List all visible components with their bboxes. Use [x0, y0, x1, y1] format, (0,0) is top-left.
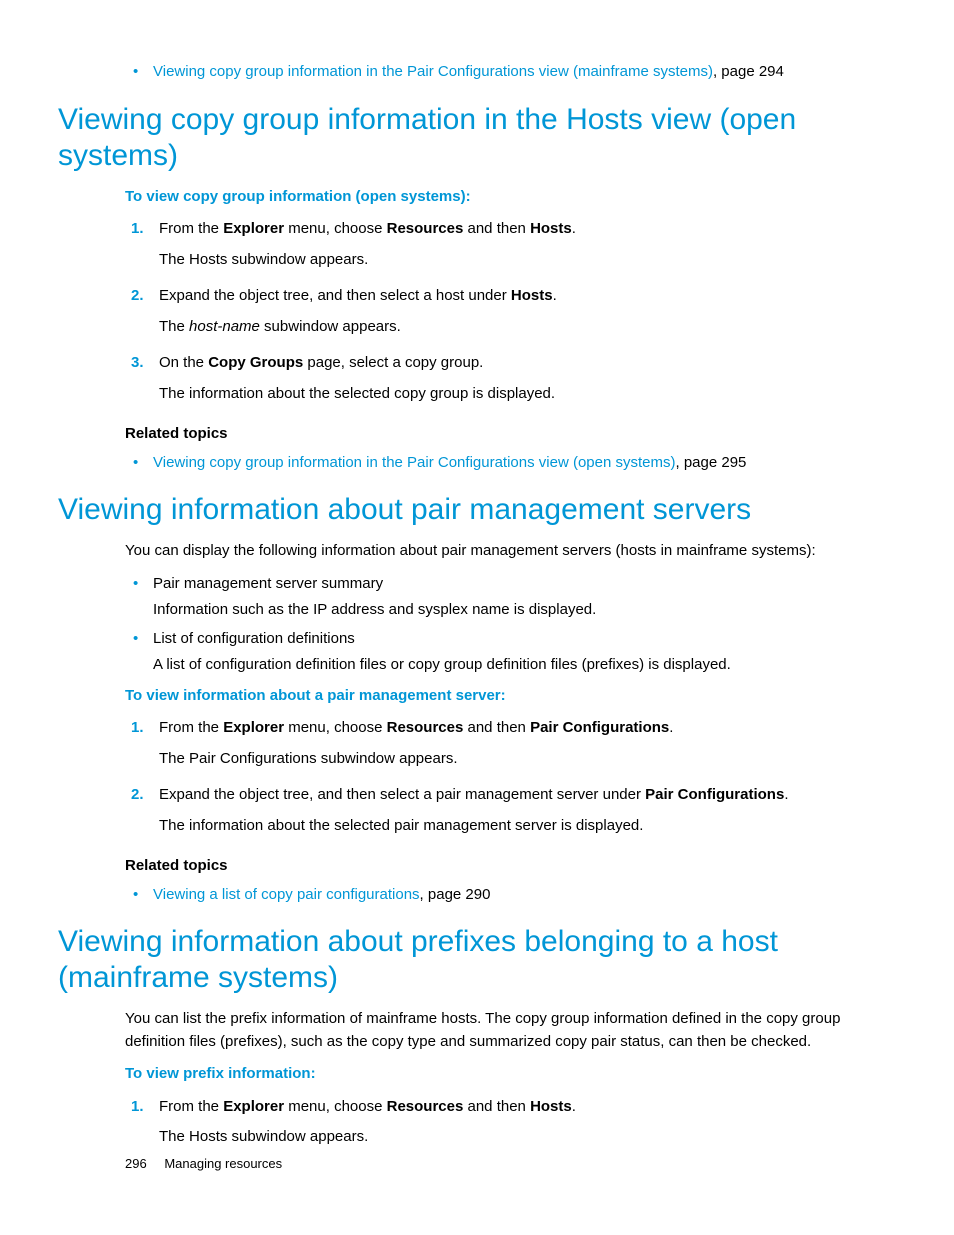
- step-item: Expand the object tree, and then select …: [125, 285, 896, 338]
- bullet-desc: Information such as the IP address and s…: [153, 599, 896, 622]
- italic-term: host-name: [189, 318, 260, 335]
- body-paragraph: You can display the following informatio…: [125, 540, 896, 563]
- page-number: 296: [125, 1154, 147, 1174]
- step-item: Expand the object tree, and then select …: [125, 784, 896, 837]
- section-heading: Viewing information about pair managemen…: [58, 492, 896, 528]
- list-item: Viewing copy group information in the Pa…: [125, 61, 896, 84]
- related-topics-heading: Related topics: [125, 855, 896, 878]
- step-text: From the: [159, 220, 223, 237]
- procedure-heading: To view prefix information:: [125, 1063, 896, 1086]
- list-item: Viewing a list of copy pair configuratio…: [125, 884, 896, 907]
- step-result: The Hosts subwindow appears.: [159, 249, 896, 272]
- step-result: The Pair Configurations subwindow appear…: [159, 748, 896, 771]
- section-heading: Viewing information about prefixes belon…: [58, 924, 896, 996]
- step-item: From the Explorer menu, choose Resources…: [125, 218, 896, 271]
- related-topics-list: Viewing copy group information in the Pa…: [125, 452, 896, 475]
- list-item: Pair management server summary Informati…: [125, 573, 896, 622]
- step-item: From the Explorer menu, choose Resources…: [125, 717, 896, 770]
- step-text: Expand the object tree, and then select …: [159, 786, 645, 803]
- page-ref: , page 290: [420, 886, 491, 903]
- body-paragraph: You can list the prefix information of m…: [125, 1008, 896, 1053]
- bullet-title: List of configuration definitions: [153, 630, 355, 647]
- step-text: From the: [159, 719, 223, 736]
- document-page: Viewing copy group information in the Pa…: [0, 0, 954, 1235]
- cross-ref-link[interactable]: Viewing copy group information in the Pa…: [153, 454, 675, 471]
- cross-ref-link[interactable]: Viewing a list of copy pair configuratio…: [153, 886, 420, 903]
- page-ref: , page 295: [675, 454, 746, 471]
- step-result: The information about the selected pair …: [159, 815, 896, 838]
- ui-term: Explorer: [223, 719, 284, 736]
- ui-term: Hosts: [530, 1098, 572, 1115]
- section-heading: Viewing copy group information in the Ho…: [58, 102, 896, 174]
- step-result: The Hosts subwindow appears.: [159, 1126, 896, 1149]
- ui-term: Explorer: [223, 1098, 284, 1115]
- ui-term: Resources: [387, 220, 464, 237]
- ui-term: Hosts: [530, 220, 572, 237]
- procedure-steps: From the Explorer menu, choose Resources…: [125, 218, 896, 405]
- ui-term: Explorer: [223, 220, 284, 237]
- bullet-title: Pair management server summary: [153, 575, 383, 592]
- step-text: From the: [159, 1098, 223, 1115]
- bullet-desc: A list of configuration definition files…: [153, 654, 896, 677]
- ui-term: Pair Configurations: [645, 786, 784, 803]
- list-item: List of configuration definitions A list…: [125, 628, 896, 677]
- ui-term: Copy Groups: [208, 354, 303, 371]
- ui-term: Resources: [387, 1098, 464, 1115]
- step-item: From the Explorer menu, choose Resources…: [125, 1096, 896, 1149]
- step-text: Expand the object tree, and then select …: [159, 287, 511, 304]
- footer-section: Managing resources: [164, 1156, 282, 1171]
- procedure-heading: To view copy group information (open sys…: [125, 186, 896, 209]
- step-item: On the Copy Groups page, select a copy g…: [125, 352, 896, 405]
- step-text: On the: [159, 354, 208, 371]
- page-footer: 296 Managing resources: [125, 1154, 282, 1174]
- step-result: The host-name subwindow appears.: [159, 316, 896, 339]
- procedure-steps: From the Explorer menu, choose Resources…: [125, 717, 896, 837]
- page-ref: , page 294: [713, 63, 784, 80]
- info-bullet-list: Pair management server summary Informati…: [125, 573, 896, 677]
- procedure-heading: To view information about a pair managem…: [125, 685, 896, 708]
- cross-ref-link[interactable]: Viewing copy group information in the Pa…: [153, 63, 713, 80]
- top-bullet-list: Viewing copy group information in the Pa…: [125, 61, 896, 84]
- list-item: Viewing copy group information in the Pa…: [125, 452, 896, 475]
- ui-term: Resources: [387, 719, 464, 736]
- step-result: The information about the selected copy …: [159, 383, 896, 406]
- ui-term: Pair Configurations: [530, 719, 669, 736]
- procedure-steps: From the Explorer menu, choose Resources…: [125, 1096, 896, 1149]
- ui-term: Hosts: [511, 287, 553, 304]
- related-topics-list: Viewing a list of copy pair configuratio…: [125, 884, 896, 907]
- related-topics-heading: Related topics: [125, 423, 896, 446]
